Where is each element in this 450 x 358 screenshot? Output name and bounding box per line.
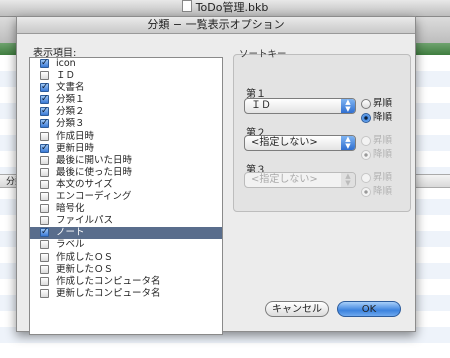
list-item[interactable]: 本文のサイズ — [30, 179, 222, 191]
list-item[interactable]: エンコーディング — [30, 191, 222, 203]
checkbox-icon[interactable] — [40, 155, 49, 165]
list-item-label: 作成したＯＳ — [56, 251, 114, 263]
checkbox-checked-icon[interactable] — [40, 142, 49, 154]
sort-key-3-ascending[interactable]: 昇順 — [361, 172, 392, 184]
checkbox-checked-icon[interactable] — [40, 105, 49, 117]
list-item-label: ラベル — [56, 239, 85, 251]
list-item[interactable]: 作成したＯＳ — [30, 252, 222, 264]
list-item-label: 最後に使った日時 — [56, 166, 133, 178]
checkbox-icon[interactable] — [40, 252, 49, 262]
list-options-dialog: 分類 − 一覧表示オプション 表示項目: iconＩＤ文書名分類１分類２分類３作… — [16, 16, 416, 335]
checkbox-checked-icon[interactable] — [40, 93, 49, 105]
radio-label: 降順 — [373, 112, 393, 123]
list-item-label: 更新したコンピュータ名 — [56, 287, 161, 299]
sort-key-1-ascending[interactable]: 昇順 — [361, 98, 392, 110]
list-item-label: icon — [56, 58, 76, 69]
popup-arrows-icon: ▲ ▼ — [341, 173, 355, 187]
checkbox-icon[interactable] — [40, 204, 49, 214]
list-item[interactable]: icon — [30, 58, 222, 70]
sort-key-1-popup[interactable]: ＩＤ ▲ ▼ — [244, 98, 356, 114]
dialog-title: 分類 − 一覧表示オプション — [17, 17, 415, 34]
checkbox-icon[interactable] — [40, 167, 49, 177]
sort-key-3-descending[interactable]: 降順 — [361, 186, 392, 198]
list-item[interactable]: ＩＤ — [30, 70, 222, 82]
checkbox-icon[interactable] — [40, 216, 49, 226]
list-item[interactable]: 更新日時 — [30, 142, 222, 155]
checkbox-checked-icon[interactable] — [40, 117, 49, 129]
list-item-label: 暗号化 — [56, 203, 85, 215]
list-item[interactable]: 文書名 — [30, 81, 222, 94]
sort-key-2-value: <指定しない> — [251, 137, 318, 148]
sort-key-1-descending[interactable]: 降順 — [361, 112, 392, 124]
sort-key-group: 第１ ＩＤ ▲ ▼ 昇順 降順 第２ <指定しない> ▲ ▼ 昇順 降順 第３ <指… — [233, 54, 411, 212]
list-item[interactable]: 最後に開いた日時 — [30, 155, 222, 167]
checkbox-icon[interactable] — [40, 288, 49, 298]
cancel-button[interactable]: キャンセル — [265, 301, 329, 317]
list-item-label: 分類３ — [56, 118, 85, 130]
list-item[interactable]: 最後に使った日時 — [30, 167, 222, 179]
list-item[interactable]: 更新したＯＳ — [30, 264, 222, 276]
sort-key-3-popup[interactable]: <指定しない> ▲ ▼ — [244, 172, 356, 188]
sort-key-1-value: ＩＤ — [251, 100, 271, 111]
radio-icon — [361, 136, 371, 146]
list-item-label: 分類１ — [56, 94, 85, 106]
document-icon — [181, 0, 192, 12]
checkbox-icon[interactable] — [40, 240, 49, 250]
checkbox-checked-icon[interactable] — [40, 81, 49, 93]
checkbox-checked-icon[interactable] — [40, 226, 49, 238]
list-item[interactable]: 分類１ — [30, 93, 222, 106]
list-item-label: 文書名 — [56, 82, 85, 94]
sort-key-2-ascending[interactable]: 昇順 — [361, 135, 392, 147]
radio-selected-icon — [361, 187, 371, 197]
list-item-label: 作成したコンピュータ名 — [56, 275, 161, 287]
list-item[interactable]: 作成したコンピュータ名 — [30, 276, 222, 288]
popup-arrows-icon: ▲ ▼ — [341, 99, 355, 113]
list-item[interactable]: ラベル — [30, 239, 222, 251]
list-item[interactable]: 暗号化 — [30, 203, 222, 215]
checkbox-icon[interactable] — [40, 192, 49, 202]
sort-key-3-value: <指定しない> — [251, 174, 318, 185]
checkbox-icon[interactable] — [40, 276, 49, 286]
radio-selected-icon — [361, 150, 371, 160]
ok-button[interactable]: OK — [337, 301, 401, 317]
radio-icon — [361, 173, 371, 183]
radio-label: 降順 — [373, 186, 393, 197]
list-item[interactable]: 作成日時 — [30, 131, 222, 143]
list-item-label: 本文のサイズ — [56, 178, 113, 190]
list-item-label: エンコーディング — [56, 191, 132, 203]
sort-key-2-popup[interactable]: <指定しない> ▲ ▼ — [244, 135, 356, 151]
radio-selected-icon — [361, 113, 371, 123]
list-item-label: ノート — [56, 227, 85, 239]
list-item[interactable]: 分類２ — [30, 105, 222, 118]
radio-label: 昇順 — [373, 172, 393, 183]
list-item-label: 作成日時 — [56, 130, 95, 142]
list-item-label: 分類２ — [56, 106, 85, 118]
list-item[interactable]: ファイルパス — [30, 215, 222, 227]
checkbox-icon[interactable] — [40, 264, 49, 274]
radio-label: 昇順 — [373, 135, 393, 146]
list-item-label: ＩＤ — [56, 70, 76, 82]
list-item-label: 更新したＯＳ — [56, 263, 114, 275]
checkbox-icon[interactable] — [40, 179, 49, 189]
checkbox-checked-icon[interactable] — [40, 58, 49, 69]
sort-key-2-descending[interactable]: 降順 — [361, 149, 392, 161]
list-item-label: 最後に開いた日時 — [56, 154, 133, 166]
popup-arrows-icon: ▲ ▼ — [341, 136, 355, 150]
radio-label: 昇順 — [373, 98, 393, 109]
radio-icon — [361, 99, 371, 109]
radio-label: 降順 — [373, 149, 393, 160]
sort-key-group-label: ソートキー — [239, 49, 287, 60]
list-item[interactable]: 更新したコンピュータ名 — [30, 288, 222, 300]
checkbox-icon[interactable] — [40, 71, 49, 81]
list-item-label: ファイルパス — [56, 215, 114, 227]
list-item[interactable]: ノート — [30, 226, 222, 240]
list-item[interactable]: 分類３ — [30, 117, 222, 130]
window-titlebar: ToDo管理.bkb — [0, 0, 450, 17]
window-title: ToDo管理.bkb — [195, 1, 269, 14]
checkbox-icon[interactable] — [40, 131, 49, 141]
display-items-list[interactable]: iconＩＤ文書名分類１分類２分類３作成日時更新日時最後に開いた日時最後に使った… — [29, 57, 223, 335]
list-item-label: 更新日時 — [56, 142, 95, 154]
